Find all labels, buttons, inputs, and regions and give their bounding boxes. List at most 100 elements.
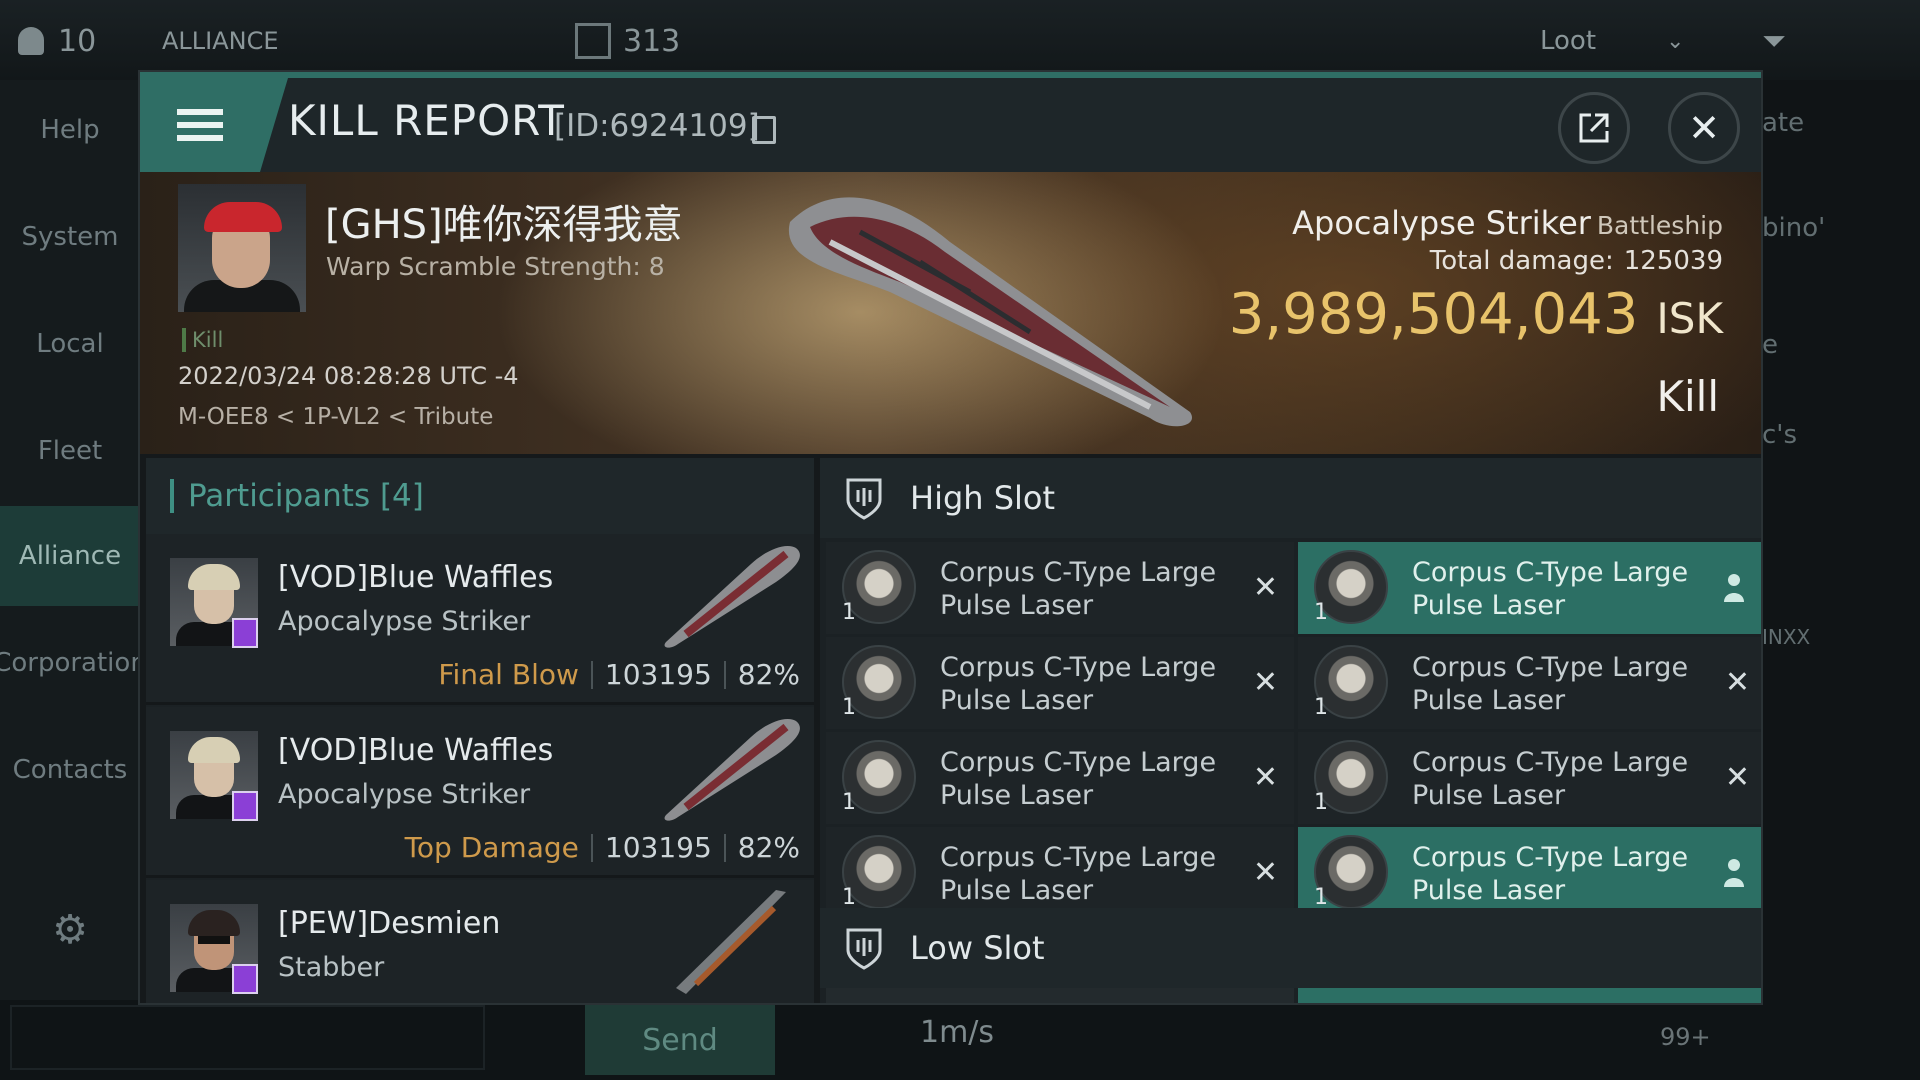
victim-portrait[interactable] xyxy=(178,184,306,312)
participant-ship: Stabber xyxy=(278,952,385,983)
nav-contacts[interactable]: Contacts xyxy=(0,720,140,820)
send-button[interactable]: Send xyxy=(585,1005,775,1075)
high-slot-title: High Slot xyxy=(910,479,1056,517)
destroyed-icon: ✕ xyxy=(1252,570,1278,605)
isk-value: 3,989,504,043 ISK xyxy=(1228,282,1723,347)
nav-local[interactable]: Local xyxy=(0,294,140,394)
kill-tag: Kill xyxy=(182,328,223,352)
participant-ship-image xyxy=(664,545,800,648)
module-slot[interactable]: 1 Corpus C-Type Large Pulse Laser ✕ xyxy=(826,732,1294,824)
participants-title: Participants [4] xyxy=(188,478,424,514)
close-icon: ✕ xyxy=(1688,106,1720,150)
gear-icon[interactable]: ⚙ xyxy=(0,880,140,980)
corp-badge-icon xyxy=(232,618,258,648)
right-fragment: c's xyxy=(1762,420,1797,450)
module-qty: 1 xyxy=(1314,885,1328,910)
loot-filter[interactable]: Loot ⌄ xyxy=(1540,8,1684,74)
external-link-icon xyxy=(1579,113,1609,143)
report-id: [ID:6924109] xyxy=(554,108,760,144)
participant-ship: Apocalypse Striker xyxy=(278,606,531,637)
module-qty: 1 xyxy=(842,695,856,720)
nav-alliance[interactable]: Alliance xyxy=(0,506,140,606)
module-slot[interactable] xyxy=(826,988,1294,1003)
participant-row[interactable]: [PEW]Desmien Stabber xyxy=(146,880,814,1003)
module-qty: 1 xyxy=(1314,695,1328,720)
destroyed-icon: ✕ xyxy=(1252,665,1278,700)
speed-readout: 1m/s xyxy=(920,1015,995,1050)
module-slot[interactable]: 1 Corpus C-Type Large Pulse Laser ✕ xyxy=(826,542,1294,634)
module-slot[interactable]: 1 Corpus C-Type Large Pulse Laser ✕ xyxy=(1298,637,1761,729)
module-qty: 1 xyxy=(1314,790,1328,815)
participants-header[interactable]: Participants [4] xyxy=(146,458,814,534)
module-slot[interactable]: 1 Corpus C-Type Large Pulse Laser ✕ xyxy=(826,637,1294,729)
module-name: Corpus C-Type Large Pulse Laser xyxy=(940,842,1217,906)
shield-slot-icon xyxy=(846,478,882,520)
module-slot[interactable]: 1 Corpus C-Type Large Pulse Laser ✕ xyxy=(826,827,1294,919)
chat-input[interactable] xyxy=(10,1005,485,1070)
window-icon xyxy=(575,23,611,59)
ship-class: Battleship xyxy=(1596,211,1723,240)
copy-icon[interactable] xyxy=(752,116,776,144)
module-name: Corpus C-Type Large Pulse Laser xyxy=(940,652,1217,716)
module-slot[interactable]: 1 Corpus C-Type Large Pulse Laser xyxy=(1298,827,1761,919)
kill-location[interactable]: M-OEE8 < 1P-VL2 < Tribute xyxy=(178,404,493,430)
ship-image[interactable] xyxy=(770,182,1230,442)
nav-corporation[interactable]: Corporation xyxy=(0,613,147,713)
total-damage: Total damage: 125039 xyxy=(1429,246,1723,276)
right-fragment: e xyxy=(1762,330,1778,360)
nav-fleet[interactable]: Fleet xyxy=(0,401,140,501)
nav-system[interactable]: System xyxy=(0,187,140,287)
alliance-label: ALLIANCE xyxy=(162,27,279,55)
close-button[interactable]: ✕ xyxy=(1668,92,1740,164)
right-fragment: bino' xyxy=(1762,213,1826,243)
menu-button-edge xyxy=(260,78,288,172)
participant-ship-image xyxy=(676,890,786,994)
victim-ship[interactable]: Apocalypse Striker Battleship xyxy=(1292,204,1723,242)
destroyed-icon: ✕ xyxy=(1252,855,1278,890)
module-name: Corpus C-Type Large Pulse Laser xyxy=(940,557,1217,621)
left-nav: Help System Local Fleet Alliance Corpora… xyxy=(0,80,147,1000)
menu-button[interactable] xyxy=(140,78,260,172)
count-badge: 99+ xyxy=(1660,1023,1711,1051)
filter-icon[interactable]: ⏷ xyxy=(1762,8,1786,74)
module-name: Corpus C-Type Large Pulse Laser xyxy=(1412,842,1689,906)
module-qty: 1 xyxy=(1314,600,1328,625)
participant-stats: Final Blow 103195 82% xyxy=(438,658,800,691)
person-icon xyxy=(18,27,44,55)
destroyed-icon: ✕ xyxy=(1724,760,1750,795)
low-slot-title: Low Slot xyxy=(910,929,1045,967)
module-slot[interactable] xyxy=(1298,988,1761,1003)
participants-panel: Participants [4] [VOD]Blue Waffles Apoca… xyxy=(146,458,814,1003)
alliance-count[interactable]: 313 xyxy=(575,8,680,74)
participant-row[interactable]: [VOD]Blue Waffles Apocalypse Striker Fin… xyxy=(146,534,814,705)
destroyed-icon: ✕ xyxy=(1252,760,1278,795)
participant-name: [VOD]Blue Waffles xyxy=(278,560,554,595)
share-button[interactable] xyxy=(1558,92,1630,164)
right-fragment: ate xyxy=(1762,108,1805,138)
victim-banner: [GHS]唯你深得我意 Warp Scramble Strength: 8 Ki… xyxy=(140,172,1761,454)
module-slot[interactable]: 1 Corpus C-Type Large Pulse Laser xyxy=(1298,542,1761,634)
module-slot[interactable]: 1 Corpus C-Type Large Pulse Laser ✕ xyxy=(1298,732,1761,824)
shield-slot-icon xyxy=(846,928,882,970)
victim-name[interactable]: [GHS]唯你深得我意 xyxy=(325,192,683,250)
participant-row[interactable]: [VOD]Blue Waffles Apocalypse Striker Top… xyxy=(146,707,814,878)
participant-name: [PEW]Desmien xyxy=(278,906,501,941)
modal-header: KILL REPORT [ID:6924109] ✕ xyxy=(140,78,1761,172)
high-slot-header: High Slot xyxy=(820,458,1761,538)
kill-datetime: 2022/03/24 08:28:28 UTC -4 xyxy=(178,362,519,390)
low-slot-header: Low Slot xyxy=(820,908,1761,988)
corp-badge-icon xyxy=(232,791,258,821)
participant-stats: Top Damage 103195 82% xyxy=(404,831,800,864)
person-icon xyxy=(1724,859,1744,887)
hamburger-icon xyxy=(177,102,223,148)
corp-badge-icon xyxy=(232,964,258,994)
module-qty: 1 xyxy=(842,790,856,815)
module-name: Corpus C-Type Large Pulse Laser xyxy=(1412,747,1689,811)
fittings-panel: High Slot 1 Corpus C-Type Large Pulse La… xyxy=(820,458,1761,1003)
nav-help[interactable]: Help xyxy=(0,80,140,180)
module-name: Corpus C-Type Large Pulse Laser xyxy=(940,747,1217,811)
kill-result: Kill xyxy=(1656,372,1719,421)
player-count[interactable]: 10 xyxy=(18,8,96,74)
module-name: Corpus C-Type Large Pulse Laser xyxy=(1412,652,1689,716)
participant-name: [VOD]Blue Waffles xyxy=(278,733,554,768)
